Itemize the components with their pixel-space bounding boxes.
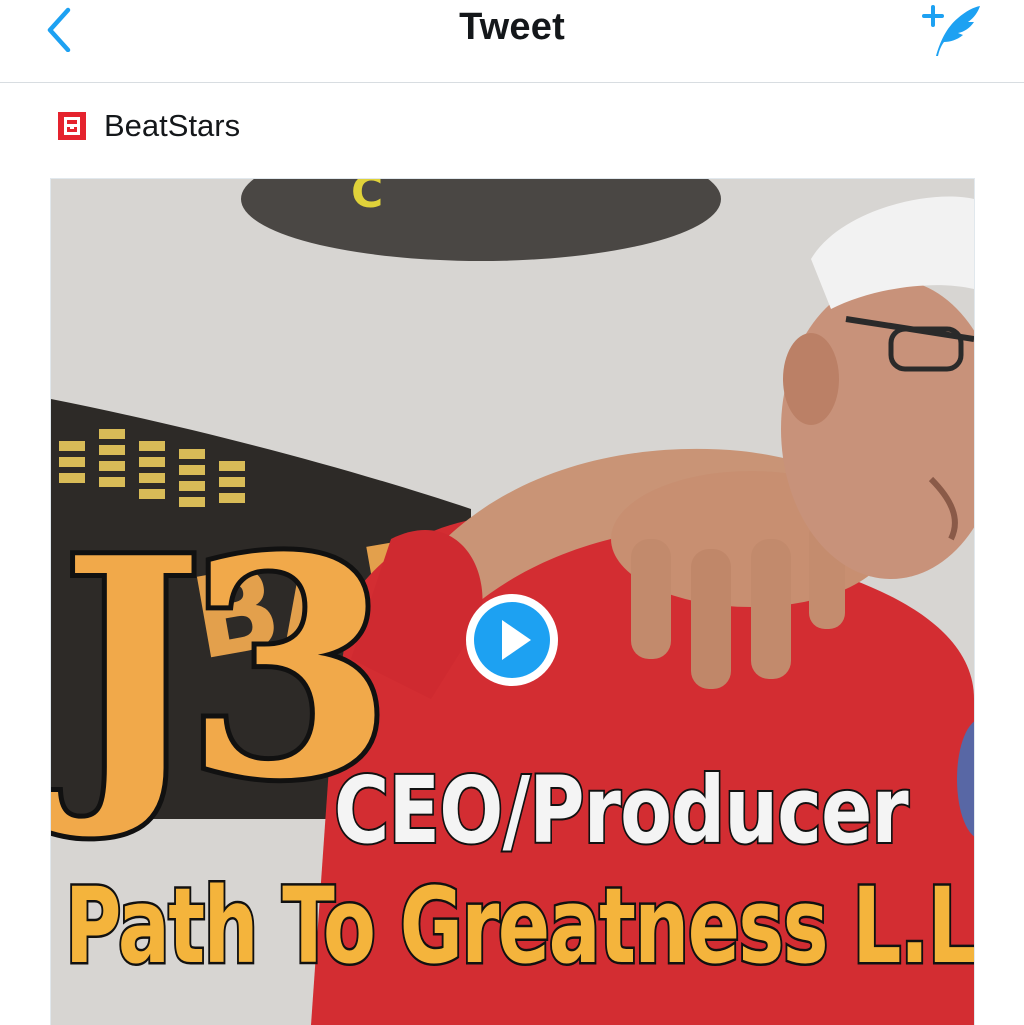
svg-text:C: C — [351, 179, 383, 218]
compose-tweet-button[interactable] — [920, 2, 984, 60]
page-title: Tweet — [459, 6, 565, 48]
play-icon — [466, 594, 558, 686]
overlay-subtitle: CEO/Producer — [332, 757, 910, 864]
beatstars-logo-icon — [58, 112, 86, 140]
navigation-bar: Tweet — [0, 0, 1024, 83]
overlay-title: J3 — [56, 492, 399, 845]
source-name: BeatStars — [104, 108, 241, 143]
overlay-company: Path To Greatness L.L.C. — [63, 865, 975, 987]
play-button[interactable] — [463, 591, 561, 689]
video-thumbnail[interactable]: C BAD J3 CEO/Producer Path To Greatness … — [50, 178, 975, 1025]
compose-tweet-icon — [922, 5, 980, 56]
card-source[interactable]: BeatStars — [58, 104, 240, 148]
